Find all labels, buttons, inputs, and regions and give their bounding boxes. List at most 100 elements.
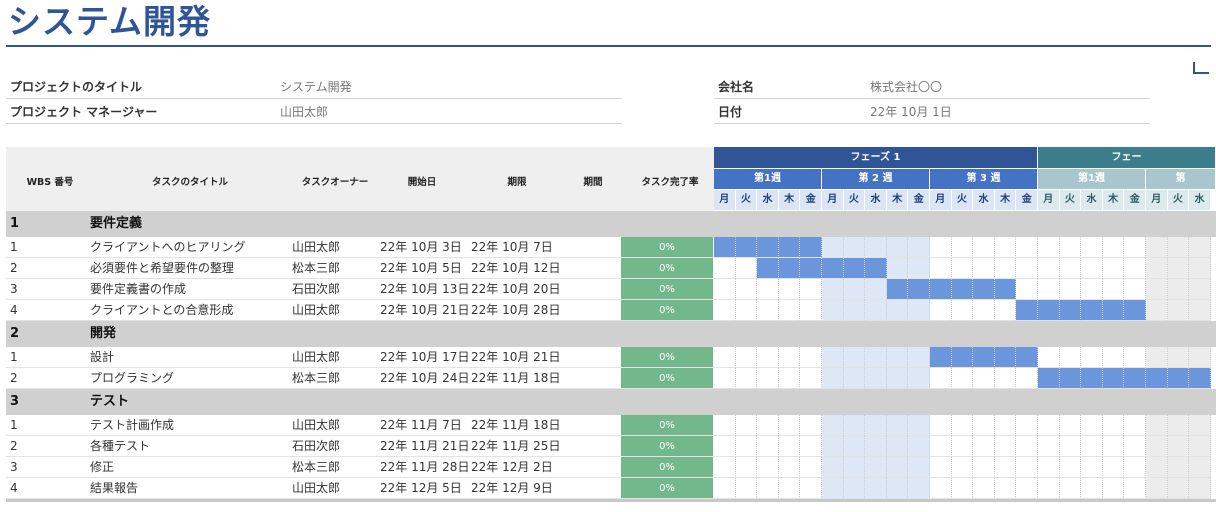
col-header-percent[interactable]: タスク完了率	[630, 174, 710, 188]
task-title[interactable]: 結果報告	[90, 478, 138, 499]
day-header[interactable]: 金	[1124, 190, 1145, 210]
gantt-day-cell[interactable]	[886, 415, 909, 436]
day-header[interactable]: 木	[886, 190, 908, 210]
gantt-day-cell[interactable]	[930, 436, 952, 457]
task-end-date[interactable]: 22年 12月 9日	[471, 478, 553, 499]
gantt-day-cell[interactable]	[865, 368, 887, 389]
task-row[interactable]: 1 クライアントへのヒアリング 山田太郎 22年 10月 3日 22年 10月 7日 0%	[6, 237, 714, 258]
gantt-day-cell[interactable]	[1081, 478, 1103, 499]
gantt-day-cell[interactable]	[1167, 478, 1190, 499]
gantt-bar-cell[interactable]	[930, 347, 952, 368]
gantt-day-cell[interactable]	[930, 415, 952, 436]
gantt-day-cell[interactable]	[1124, 258, 1146, 279]
gantt-day-cell[interactable]	[714, 258, 736, 279]
gantt-day-cell[interactable]	[1189, 279, 1211, 300]
day-header[interactable]: 火	[1167, 190, 1189, 210]
gantt-day-cell[interactable]	[1038, 457, 1060, 478]
gantt-day-cell[interactable]	[735, 279, 758, 300]
gantt-day-cell[interactable]	[735, 436, 758, 457]
gantt-bar-cell[interactable]	[1038, 300, 1060, 321]
gantt-day-cell[interactable]	[1146, 478, 1168, 499]
gantt-day-cell[interactable]	[1016, 436, 1038, 457]
col-header-start[interactable]: 開始日	[392, 174, 452, 188]
gantt-day-cell[interactable]	[714, 478, 736, 499]
gantt-day-cell[interactable]	[778, 279, 801, 300]
gantt-day-cell[interactable]	[1081, 415, 1103, 436]
gantt-day-cell[interactable]	[1016, 279, 1038, 300]
gantt-day-cell[interactable]	[778, 368, 801, 389]
gantt-day-cell[interactable]	[1059, 478, 1082, 499]
gantt-bar-cell[interactable]	[1146, 368, 1168, 389]
gantt-day-cell[interactable]	[778, 478, 801, 499]
gantt-day-cell[interactable]	[973, 237, 995, 258]
gantt-day-cell[interactable]	[973, 457, 995, 478]
task-percent-complete[interactable]: 0%	[621, 279, 713, 300]
day-header[interactable]: 金	[1016, 190, 1037, 210]
gantt-bar-cell[interactable]	[908, 279, 930, 300]
gantt-day-cell[interactable]	[757, 436, 779, 457]
gantt-day-cell[interactable]	[800, 457, 822, 478]
task-row[interactable]: 1 テスト計画作成 山田太郎 22年 11月 7日 22年 11月 18日 0%	[6, 415, 714, 436]
gantt-day-cell[interactable]	[1102, 478, 1125, 499]
gantt-day-cell[interactable]	[1102, 457, 1125, 478]
gantt-day-cell[interactable]	[778, 415, 801, 436]
task-title[interactable]: 要件定義書の作成	[90, 279, 186, 300]
gantt-day-cell[interactable]	[1146, 415, 1168, 436]
day-header[interactable]: 水	[1189, 190, 1210, 210]
gantt-day-cell[interactable]	[886, 457, 909, 478]
gantt-day-cell[interactable]	[930, 237, 952, 258]
gantt-day-cell[interactable]	[1102, 436, 1125, 457]
task-owner[interactable]: 山田太郎	[292, 347, 340, 368]
gantt-day-cell[interactable]	[1167, 415, 1190, 436]
gantt-day-cell[interactable]	[843, 415, 866, 436]
gantt-bar-cell[interactable]	[1016, 300, 1038, 321]
gantt-day-cell[interactable]	[1167, 237, 1190, 258]
task-percent-complete[interactable]: 0%	[621, 237, 713, 258]
day-header[interactable]: 木	[994, 190, 1016, 210]
task-start-date[interactable]: 22年 10月 24日	[380, 368, 469, 389]
gantt-bar-cell[interactable]	[973, 347, 995, 368]
gantt-day-cell[interactable]	[908, 368, 930, 389]
gantt-day-cell[interactable]	[886, 368, 909, 389]
gantt-day-cell[interactable]	[865, 478, 887, 499]
task-start-date[interactable]: 22年 11月 7日	[380, 415, 462, 436]
task-percent-complete[interactable]: 0%	[621, 300, 713, 321]
gantt-day-cell[interactable]	[1038, 258, 1060, 279]
gantt-day-cell[interactable]	[1081, 279, 1103, 300]
task-end-date[interactable]: 22年 11月 18日	[471, 368, 560, 389]
gantt-day-cell[interactable]	[1189, 237, 1211, 258]
week-header[interactable]: 第1週	[1038, 169, 1145, 189]
task-title[interactable]: クライアントとの合意形成	[90, 300, 233, 321]
gantt-bar-cell[interactable]	[951, 347, 974, 368]
gantt-day-cell[interactable]	[886, 347, 909, 368]
gantt-day-cell[interactable]	[757, 300, 779, 321]
day-header[interactable]: 月	[822, 190, 843, 210]
day-header[interactable]: 火	[735, 190, 757, 210]
col-header-wbs[interactable]: WBS 番号	[10, 174, 90, 188]
week-header[interactable]: 第 2 週	[822, 169, 929, 189]
gantt-day-cell[interactable]	[886, 436, 909, 457]
gantt-day-cell[interactable]	[735, 347, 758, 368]
task-row[interactable]: 2 各種テスト 石田次郎 22年 11月 21日 22年 11月 25日 0%	[6, 436, 714, 457]
day-header[interactable]: 金	[908, 190, 929, 210]
gantt-day-cell[interactable]	[994, 237, 1017, 258]
gantt-day-cell[interactable]	[886, 478, 909, 499]
gantt-bar-cell[interactable]	[1038, 368, 1060, 389]
gantt-day-cell[interactable]	[930, 457, 952, 478]
gantt-day-cell[interactable]	[1016, 478, 1038, 499]
gantt-day-cell[interactable]	[973, 478, 995, 499]
gantt-day-cell[interactable]	[865, 300, 887, 321]
task-title[interactable]: テスト計画作成	[90, 415, 174, 436]
gantt-day-cell[interactable]	[1081, 347, 1103, 368]
task-percent-complete[interactable]: 0%	[621, 347, 713, 368]
gantt-bar-cell[interactable]	[1081, 368, 1103, 389]
gantt-day-cell[interactable]	[908, 436, 930, 457]
gantt-day-cell[interactable]	[757, 279, 779, 300]
gantt-day-cell[interactable]	[1016, 258, 1038, 279]
gantt-day-cell[interactable]	[1189, 300, 1211, 321]
task-row[interactable]: 3 修正 松本三郎 22年 11月 28日 22年 12月 2日 0%	[6, 457, 714, 478]
gantt-day-cell[interactable]	[951, 258, 974, 279]
gantt-bar-cell[interactable]	[886, 279, 909, 300]
gantt-day-cell[interactable]	[800, 478, 822, 499]
gantt-day-cell[interactable]	[1189, 478, 1211, 499]
